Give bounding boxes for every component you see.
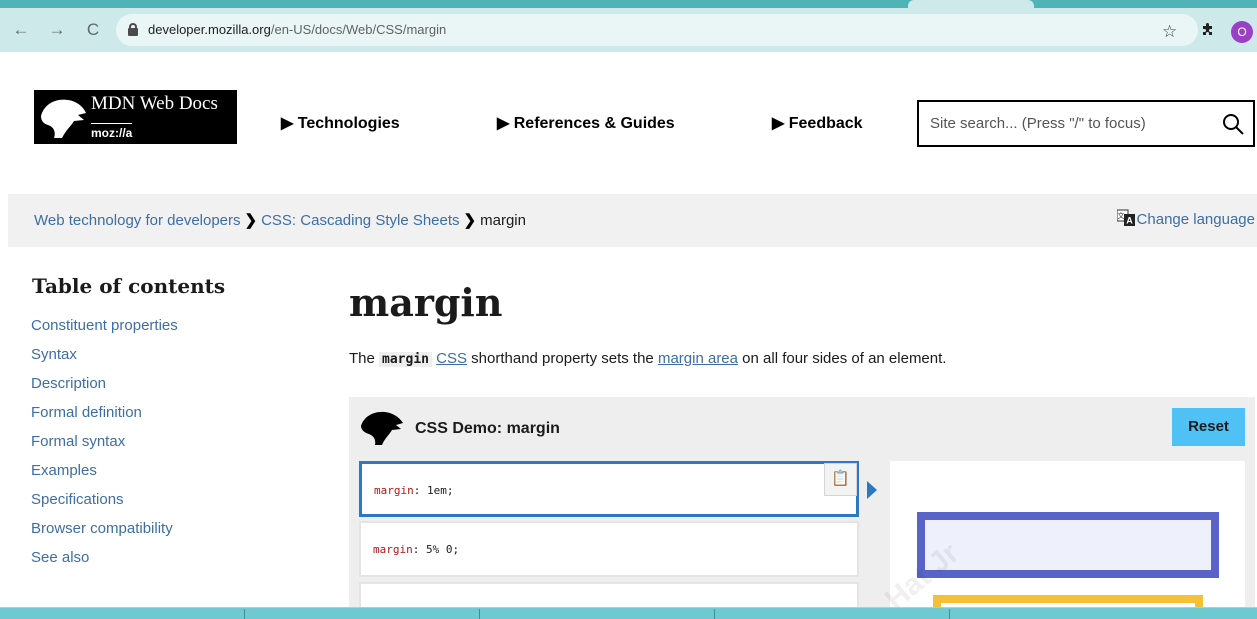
toc-item[interactable]: Specifications [31,491,178,520]
example-choice[interactable]: margin: 5% 0; [359,521,859,577]
extensions-puzzle-icon[interactable] [1200,21,1216,42]
breadcrumb-bar: Web technology for developers ❯ CSS: Casca… [8,194,1257,247]
breadcrumb-web-tech[interactable]: Web technology for developers [34,212,241,229]
translate-icon: A 文 [1116,209,1135,226]
bookmark-star-icon[interactable]: ☆ [1162,22,1177,42]
active-tab[interactable] [908,0,1034,8]
css-demo-panel: CSS Demo: margin Reset margin: 1em; 📋 ma… [349,397,1255,619]
mozilla-wordmark: moz://a [91,123,133,140]
toc-list: Constituent properties Syntax Descriptio… [31,317,178,578]
toc-title: Table of contents [32,274,226,298]
mdn-dino-icon [361,411,403,445]
chevron-right-icon: ❯ [244,212,258,229]
taskbar [0,607,1257,619]
page-title: margin [349,280,503,325]
search-input[interactable] [930,111,1200,136]
toc-item[interactable]: Syntax [31,346,178,375]
nav-references-guides[interactable]: ▶ References & Guides [497,113,675,133]
toc-item[interactable]: See also [31,549,178,578]
mdn-logo[interactable]: MDN Web Docs moz://a [34,90,237,144]
toc-item[interactable]: Formal definition [31,404,178,433]
breadcrumb: Web technology for developers ❯ CSS: Casca… [34,211,526,229]
logo-title: MDN Web Docs [91,93,218,114]
svg-text:A: A [1126,216,1133,226]
example-choice-selected[interactable]: margin: 1em; 📋 [359,461,859,517]
breadcrumb-current: margin [480,212,526,229]
nav-feedback[interactable]: ▶ Feedback [772,113,863,133]
toc-item[interactable]: Browser compatibility [31,520,178,549]
example-element-box [917,512,1219,578]
toc-item[interactable]: Description [31,375,178,404]
forward-arrow-icon[interactable]: → [46,19,68,41]
breadcrumb-css[interactable]: CSS: Cascading Style Sheets [261,212,459,229]
example-code[interactable]: margin: 5% 0; [373,543,459,556]
play-arrow-icon [867,481,877,499]
inline-code: margin [379,352,432,367]
toc-item[interactable]: Examples [31,462,178,491]
toc-item[interactable]: Formal syntax [31,433,178,462]
url-text[interactable]: developer.mozilla.org/en-US/docs/Web/CSS… [148,22,446,37]
reset-button[interactable]: Reset [1172,408,1245,446]
tab-strip [0,0,1257,8]
intro-paragraph: The margin CSS shorthand property sets t… [349,350,947,367]
search-icon[interactable] [1221,112,1245,136]
lock-icon[interactable] [128,23,138,36]
copy-clipboard-icon[interactable]: 📋 [824,463,857,496]
profile-avatar[interactable]: O [1231,21,1253,43]
reload-icon[interactable]: C [82,19,104,41]
nav-technologies[interactable]: ▶ Technologies [281,113,400,133]
css-link[interactable]: CSS [436,350,467,367]
chevron-right-icon: ❯ [463,212,477,229]
example-code[interactable]: margin: 1em; [374,484,454,497]
mdn-dino-icon [41,99,86,138]
change-language-link[interactable]: A 文 Change language [1116,209,1255,228]
margin-area-link[interactable]: margin area [658,350,738,367]
svg-text:文: 文 [1117,211,1124,220]
back-arrow-icon[interactable]: ← [10,19,32,41]
address-bar[interactable]: developer.mozilla.org/en-US/docs/Web/CSS… [116,14,1198,46]
site-search[interactable] [917,100,1255,147]
demo-title: CSS Demo: margin [415,420,560,437]
toc-item[interactable]: Constituent properties [31,317,178,346]
browser-toolbar: ← → C developer.mozilla.org/en-US/docs/W… [0,8,1257,52]
